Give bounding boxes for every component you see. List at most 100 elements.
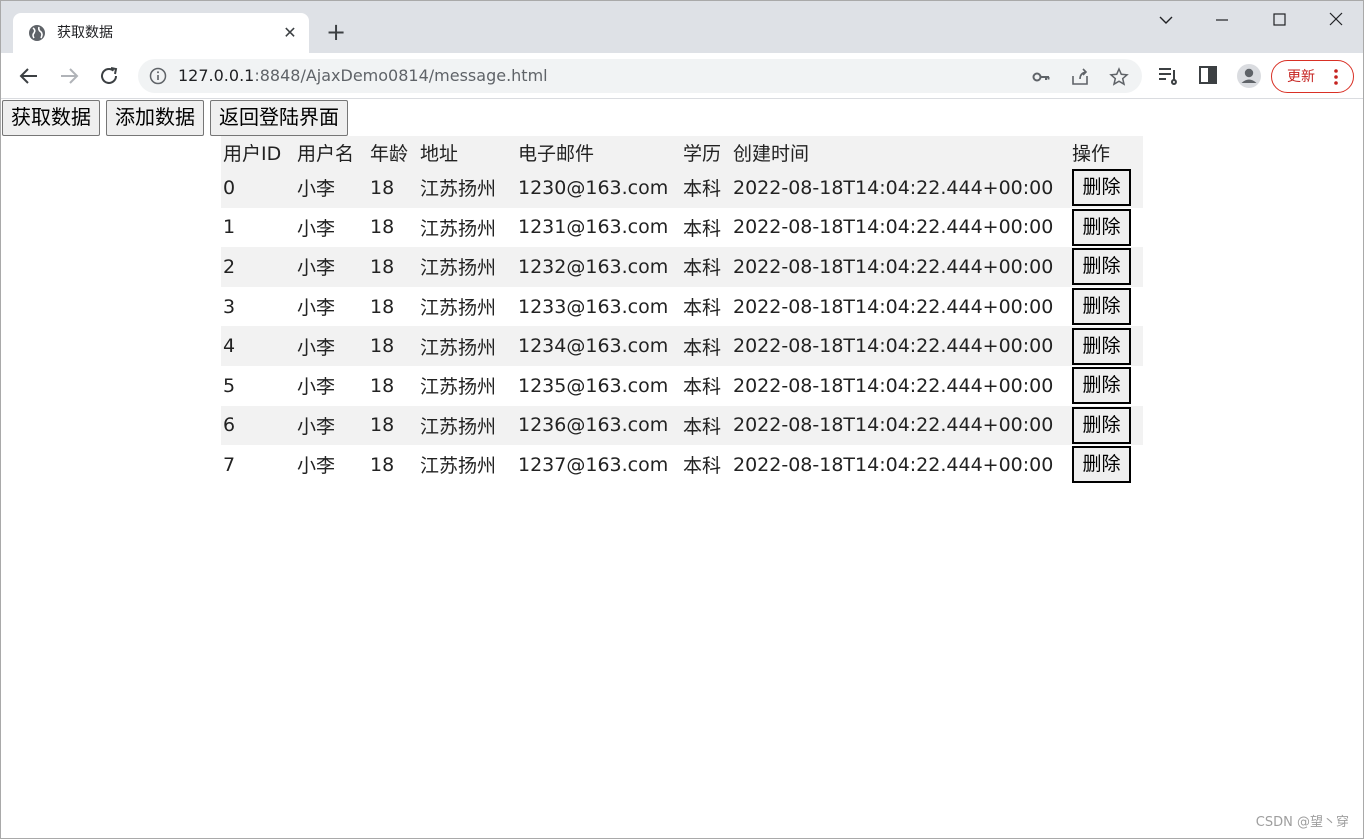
reading-list-icon[interactable] bbox=[1157, 64, 1179, 86]
cell-email: 1234@163.com bbox=[516, 326, 681, 366]
info-icon[interactable] bbox=[149, 67, 167, 85]
delete-button[interactable]: 删除 bbox=[1072, 446, 1131, 484]
cell-created-time: 2022-08-18T14:04:22.444+00:00 bbox=[731, 286, 1070, 327]
new-tab-button[interactable]: + bbox=[324, 20, 348, 45]
cell-created-time: 2022-08-18T14:04:22.444+00:00 bbox=[731, 326, 1070, 366]
watermark: CSDN @望丶穿 bbox=[1255, 815, 1349, 830]
url-path: :8848/AjaxDemo0814/message.html bbox=[254, 66, 548, 85]
update-button[interactable]: 更新 bbox=[1271, 60, 1354, 93]
delete-button[interactable]: 删除 bbox=[1072, 288, 1131, 326]
minimize-icon[interactable] bbox=[1207, 9, 1237, 31]
share-icon[interactable] bbox=[1070, 67, 1090, 87]
delete-button[interactable]: 删除 bbox=[1072, 208, 1131, 246]
table-row: 2 小李 18 江苏扬州 1232@163.com 本科 2022-08-18T… bbox=[221, 247, 1143, 287]
delete-button[interactable]: 删除 bbox=[1072, 327, 1131, 365]
close-tab-icon[interactable]: ✕ bbox=[281, 24, 299, 42]
cell-user-id: 3 bbox=[221, 286, 295, 327]
url-text[interactable]: 127.0.0.1:8848/AjaxDemo0814/message.html bbox=[178, 66, 548, 86]
cell-email: 1235@163.com bbox=[516, 365, 681, 406]
cell-action: 删除 bbox=[1070, 207, 1143, 248]
cell-action: 删除 bbox=[1070, 365, 1143, 406]
delete-button[interactable]: 删除 bbox=[1072, 406, 1131, 444]
cell-user-id: 7 bbox=[221, 445, 295, 485]
forward-arrow-icon[interactable] bbox=[57, 64, 81, 88]
cell-email: 1236@163.com bbox=[516, 405, 681, 446]
cell-education: 本科 bbox=[681, 326, 731, 366]
table-row: 3 小李 18 江苏扬州 1233@163.com 本科 2022-08-18T… bbox=[221, 286, 1143, 327]
header-age: 年龄 bbox=[368, 136, 418, 168]
cell-user-id: 0 bbox=[221, 168, 295, 208]
cell-education: 本科 bbox=[681, 207, 731, 248]
header-email: 电子邮件 bbox=[516, 136, 681, 168]
cell-email: 1231@163.com bbox=[516, 207, 681, 248]
header-created-time: 创建时间 bbox=[731, 136, 1070, 168]
cell-action: 删除 bbox=[1070, 405, 1143, 446]
chevron-down-icon[interactable] bbox=[1151, 9, 1181, 31]
cell-user-id: 6 bbox=[221, 405, 295, 446]
tab-title: 获取数据 bbox=[57, 25, 113, 41]
address-bar[interactable]: 127.0.0.1:8848/AjaxDemo0814/message.html bbox=[138, 59, 1142, 93]
cell-username: 小李 bbox=[295, 247, 368, 287]
cell-username: 小李 bbox=[295, 365, 368, 406]
delete-button[interactable]: 删除 bbox=[1072, 248, 1131, 286]
cell-created-time: 2022-08-18T14:04:22.444+00:00 bbox=[731, 445, 1070, 485]
cell-age: 18 bbox=[368, 326, 418, 366]
get-data-button[interactable]: 获取数据 bbox=[2, 100, 100, 136]
cell-action: 删除 bbox=[1070, 168, 1143, 208]
update-label: 更新 bbox=[1287, 69, 1315, 85]
header-education: 学历 bbox=[681, 136, 731, 168]
cell-email: 1233@163.com bbox=[516, 286, 681, 327]
cell-age: 18 bbox=[368, 247, 418, 287]
globe-icon bbox=[29, 25, 45, 41]
table-row: 7 小李 18 江苏扬州 1237@163.com 本科 2022-08-18T… bbox=[221, 445, 1143, 485]
cell-created-time: 2022-08-18T14:04:22.444+00:00 bbox=[731, 247, 1070, 287]
cell-created-time: 2022-08-18T14:04:22.444+00:00 bbox=[731, 207, 1070, 248]
cell-created-time: 2022-08-18T14:04:22.444+00:00 bbox=[731, 405, 1070, 446]
cell-address: 江苏扬州 bbox=[418, 365, 516, 406]
cell-age: 18 bbox=[368, 405, 418, 446]
cell-user-id: 5 bbox=[221, 365, 295, 406]
cell-address: 江苏扬州 bbox=[418, 445, 516, 485]
cell-username: 小李 bbox=[295, 207, 368, 248]
cell-age: 18 bbox=[368, 445, 418, 485]
cell-username: 小李 bbox=[295, 286, 368, 327]
reload-icon[interactable] bbox=[97, 64, 121, 88]
cell-address: 江苏扬州 bbox=[418, 207, 516, 248]
cell-age: 18 bbox=[368, 365, 418, 406]
more-vert-icon[interactable] bbox=[1332, 67, 1340, 87]
cell-education: 本科 bbox=[681, 405, 731, 446]
tab-active[interactable]: 获取数据 ✕ bbox=[13, 13, 309, 53]
back-arrow-icon[interactable] bbox=[17, 64, 41, 88]
key-icon[interactable] bbox=[1031, 67, 1051, 87]
cell-address: 江苏扬州 bbox=[418, 405, 516, 446]
cell-action: 删除 bbox=[1070, 326, 1143, 366]
profile-avatar-icon[interactable] bbox=[1236, 63, 1262, 89]
delete-button[interactable]: 删除 bbox=[1072, 169, 1131, 207]
cell-email: 1230@163.com bbox=[516, 168, 681, 208]
close-window-icon[interactable] bbox=[1321, 9, 1351, 31]
back-to-login-button[interactable]: 返回登陆界面 bbox=[210, 100, 348, 136]
cell-email: 1237@163.com bbox=[516, 445, 681, 485]
cell-username: 小李 bbox=[295, 168, 368, 208]
header-address: 地址 bbox=[418, 136, 516, 168]
cell-user-id: 2 bbox=[221, 247, 295, 287]
cell-education: 本科 bbox=[681, 247, 731, 287]
cell-education: 本科 bbox=[681, 445, 731, 485]
cell-action: 删除 bbox=[1070, 286, 1143, 327]
side-panel-icon[interactable] bbox=[1197, 64, 1219, 86]
star-icon[interactable] bbox=[1109, 67, 1129, 87]
cell-education: 本科 bbox=[681, 365, 731, 406]
maximize-icon[interactable] bbox=[1264, 9, 1294, 31]
users-table: 用户ID 用户名 年龄 地址 电子邮件 学历 创建时间 操作 0 小李 18 江… bbox=[221, 136, 1143, 485]
cell-username: 小李 bbox=[295, 445, 368, 485]
add-data-button[interactable]: 添加数据 bbox=[106, 100, 204, 136]
cell-action: 删除 bbox=[1070, 247, 1143, 287]
cell-education: 本科 bbox=[681, 286, 731, 327]
cell-address: 江苏扬州 bbox=[418, 286, 516, 327]
cell-education: 本科 bbox=[681, 168, 731, 208]
table-header-row: 用户ID 用户名 年龄 地址 电子邮件 学历 创建时间 操作 bbox=[221, 136, 1143, 168]
delete-button[interactable]: 删除 bbox=[1072, 367, 1131, 405]
header-username: 用户名 bbox=[295, 136, 368, 168]
cell-address: 江苏扬州 bbox=[418, 247, 516, 287]
tab-strip: 获取数据 ✕ + bbox=[1, 1, 1363, 53]
